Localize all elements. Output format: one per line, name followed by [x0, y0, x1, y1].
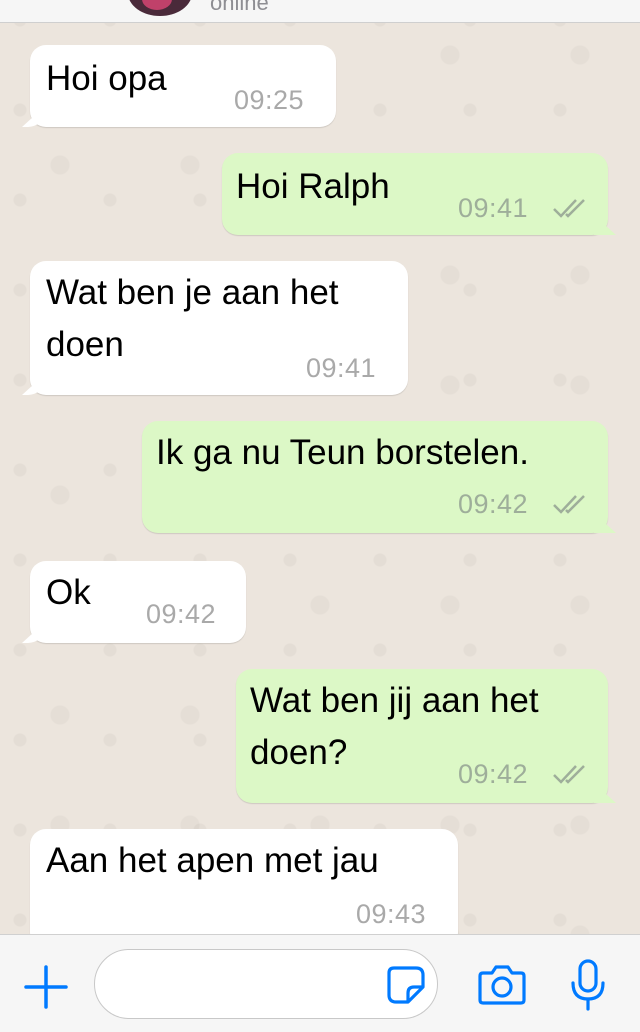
message-time: 09:43 [356, 899, 427, 929]
message-text: Hoi Ralph [236, 167, 390, 206]
message-time: 09:42 [458, 759, 529, 789]
microphone-icon[interactable] [570, 959, 606, 1013]
message-text: Aan het apen met jau [46, 841, 379, 880]
outgoing-message[interactable]: Hoi Ralph 09:41 [222, 153, 608, 235]
message-time: 09:41 [458, 193, 529, 223]
contact-avatar[interactable] [128, 0, 192, 16]
incoming-message[interactable]: Wat ben je aan het doen 09:41 [30, 261, 408, 395]
message-time: 09:42 [146, 599, 217, 629]
message-text: Hoi opa [46, 59, 167, 98]
message-list[interactable]: Hoi opa 09:25 Hoi Ralph 09:41 Wat ben je… [0, 23, 640, 949]
camera-icon[interactable] [478, 963, 526, 1007]
double-check-icon [552, 493, 592, 515]
chat-header[interactable]: online [0, 0, 640, 23]
incoming-message[interactable]: Hoi opa 09:25 [30, 45, 336, 127]
message-text: Ik ga nu Teun borstelen. [156, 433, 529, 472]
sticker-icon[interactable] [386, 965, 426, 1005]
plus-icon[interactable] [24, 965, 68, 1009]
message-time: 09:42 [458, 489, 529, 519]
message-time: 09:41 [306, 353, 377, 383]
message-time: 09:25 [234, 85, 305, 115]
contact-status: online [210, 0, 269, 15]
message-text: Wat ben je aan het doen [46, 273, 339, 364]
input-bar [0, 934, 640, 1032]
incoming-message[interactable]: Ok 09:42 [30, 561, 246, 643]
incoming-message[interactable]: Aan het apen met jau 09:43 [30, 829, 458, 949]
message-text: Ok [46, 573, 91, 612]
outgoing-message[interactable]: Ik ga nu Teun borstelen. 09:42 [142, 421, 608, 533]
double-check-icon [552, 197, 592, 219]
double-check-icon [552, 763, 592, 785]
outgoing-message[interactable]: Wat ben jij aan het doen? 09:42 [236, 669, 608, 803]
